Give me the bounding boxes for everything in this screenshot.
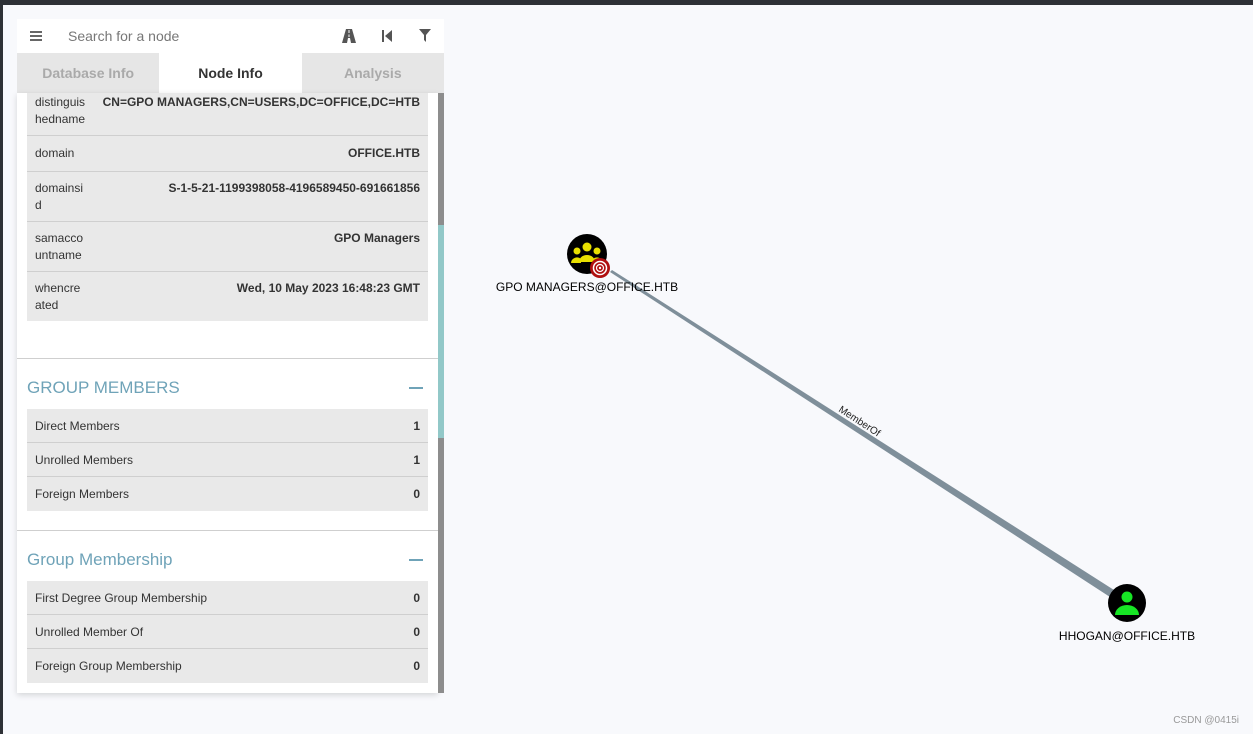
memberof-edge[interactable] xyxy=(610,270,1114,597)
row-label: Direct Members xyxy=(35,418,120,433)
list-item[interactable]: Foreign Group Membership 0 xyxy=(27,649,428,683)
left-border xyxy=(0,0,3,734)
tab-bar: Database Info Node Info Analysis xyxy=(17,53,444,93)
row-label: Unrolled Members xyxy=(35,452,134,467)
search-input[interactable] xyxy=(55,19,330,53)
tab-analysis[interactable]: Analysis xyxy=(301,53,444,93)
top-border xyxy=(0,0,1253,5)
row-value: 0 xyxy=(413,659,420,673)
property-key: distinguishedname xyxy=(35,95,86,126)
table-row: distinguishedname CN=GPO MANAGERS,CN=USE… xyxy=(27,93,428,136)
property-value: OFFICE.HTB xyxy=(348,146,420,160)
scrollbar[interactable] xyxy=(438,93,444,693)
row-value: 1 xyxy=(413,452,420,467)
section-divider xyxy=(17,358,438,359)
table-row: samaccountname GPO Managers xyxy=(27,222,428,272)
row-value: 0 xyxy=(413,624,420,639)
scrollbar-thumb[interactable] xyxy=(438,225,444,438)
menu-icon[interactable] xyxy=(17,19,55,53)
row-value: 1 xyxy=(413,418,420,433)
user-node[interactable] xyxy=(1108,584,1146,622)
group-membership-header[interactable]: Group Membership xyxy=(27,545,428,575)
property-value: S-1-5-21-1199398058-4196589450-691661856 xyxy=(168,181,420,195)
high-value-target-icon xyxy=(590,258,610,278)
group-node[interactable] xyxy=(567,234,610,278)
row-value: 0 xyxy=(413,487,420,501)
list-item[interactable]: Unrolled Member Of 0 xyxy=(27,615,428,649)
collapse-icon[interactable] xyxy=(409,387,423,389)
section-divider xyxy=(17,530,438,531)
table-row: domainsid S-1-5-21-1199398058-4196589450… xyxy=(27,172,428,222)
filter-icon[interactable] xyxy=(406,19,444,53)
back-icon[interactable] xyxy=(368,19,406,53)
group-node-label[interactable]: GPO MANAGERS@OFFICE.HTB xyxy=(496,280,678,294)
table-row: whencreated Wed, 10 May 2023 16:48:23 GM… xyxy=(27,272,428,321)
section-title: Group Membership xyxy=(27,550,173,569)
property-value: GPO Managers xyxy=(333,231,420,245)
watermark: CSDN @0415i xyxy=(1173,715,1239,726)
search-bar xyxy=(17,19,444,53)
group-members-table: Direct Members 1 Unrolled Members 1 Fore… xyxy=(27,409,428,511)
list-item[interactable]: Foreign Members 0 xyxy=(27,477,428,511)
property-key: whencreated xyxy=(35,281,81,312)
property-value: CN=GPO MANAGERS,CN=USERS,DC=OFFICE,DC=HT… xyxy=(102,95,420,109)
row-label: Foreign Members xyxy=(35,487,130,501)
section-title: GROUP MEMBERS xyxy=(27,378,180,397)
user-node-label[interactable]: HHOGAN@OFFICE.HTB xyxy=(1059,629,1195,643)
properties-table: distinguishedname CN=GPO MANAGERS,CN=USE… xyxy=(27,93,428,321)
row-label: Unrolled Member Of xyxy=(35,624,144,639)
node-info-panel: Database Info Node Info Analysis disting… xyxy=(17,19,444,693)
list-item[interactable]: First Degree Group Membership 0 xyxy=(27,581,428,615)
tab-node-info[interactable]: Node Info xyxy=(159,53,302,93)
group-membership-table: First Degree Group Membership 0 Unrolled… xyxy=(27,581,428,683)
tab-database-info[interactable]: Database Info xyxy=(17,53,160,93)
row-label: First Degree Group Membership xyxy=(35,590,208,605)
row-value: 0 xyxy=(413,590,420,605)
property-value: Wed, 10 May 2023 16:48:23 GMT xyxy=(236,281,420,295)
list-item[interactable]: Unrolled Members 1 xyxy=(27,443,428,477)
property-key: samaccountname xyxy=(35,231,84,262)
pathfinding-road-icon[interactable] xyxy=(330,19,368,53)
node-info-content: distinguishedname CN=GPO MANAGERS,CN=USE… xyxy=(17,93,438,693)
property-key: domainsid xyxy=(35,181,84,212)
list-item[interactable]: Direct Members 1 xyxy=(27,409,428,443)
group-members-header[interactable]: GROUP MEMBERS xyxy=(27,373,428,403)
table-row: domain OFFICE.HTB xyxy=(27,136,428,172)
row-label: Foreign Group Membership xyxy=(35,659,182,673)
property-key: domain xyxy=(35,146,75,160)
collapse-icon[interactable] xyxy=(409,559,423,561)
